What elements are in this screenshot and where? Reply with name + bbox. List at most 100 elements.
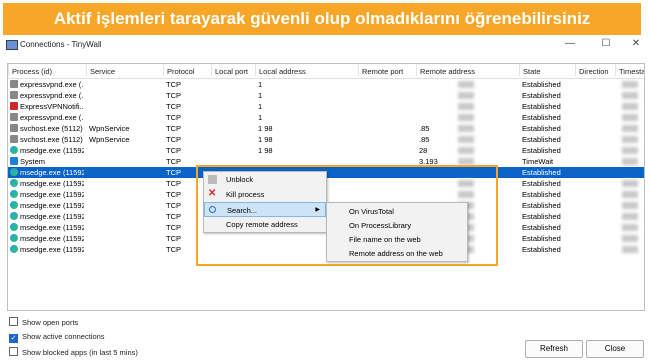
minimize-button[interactable]: — bbox=[560, 38, 580, 49]
redacted-value bbox=[622, 246, 638, 253]
edge-icon bbox=[10, 245, 18, 253]
redacted-value bbox=[622, 147, 638, 154]
table-row[interactable]: ExpressVPNNotifi... TCP 1 Established bbox=[8, 101, 644, 112]
column-header[interactable]: Service bbox=[86, 64, 115, 76]
submenu-arrow-icon: ▶ bbox=[315, 207, 320, 213]
cell-process: System bbox=[20, 157, 46, 166]
column-header[interactable]: State bbox=[519, 64, 541, 76]
show-active-connections-option[interactable]: ✓ Show active connections bbox=[9, 332, 105, 343]
cell-local-address: 1 98 bbox=[258, 146, 273, 155]
redacted-value bbox=[622, 92, 638, 99]
option-label: Show open ports bbox=[22, 318, 79, 327]
redacted-value bbox=[458, 103, 474, 110]
cell-process: ExpressVPNNotifi... bbox=[20, 102, 84, 111]
submenu-item-remote-address[interactable]: Remote address on the web bbox=[327, 246, 467, 261]
cell-process: msedge.exe (11592) bbox=[20, 245, 84, 254]
redacted-value bbox=[458, 81, 474, 88]
context-menu: Unblock ✕ Kill process Search... ▶ Copy … bbox=[203, 171, 327, 233]
open-ports-checkbox[interactable] bbox=[9, 317, 18, 326]
close-button[interactable]: Close bbox=[586, 340, 644, 358]
menu-item-label: Copy remote address bbox=[226, 220, 298, 229]
redacted-value bbox=[622, 202, 638, 209]
cell-process: expressvpnd.exe (... bbox=[20, 80, 84, 89]
show-open-ports-option[interactable]: Show open ports bbox=[9, 317, 78, 327]
edge-icon bbox=[10, 234, 18, 242]
submenu-item-processlibrary[interactable]: On ProcessLibrary bbox=[327, 218, 467, 233]
cell-protocol: TCP bbox=[166, 102, 181, 111]
app-icon bbox=[6, 40, 18, 50]
cell-state: Established bbox=[522, 80, 561, 89]
table-row[interactable]: svchost.exe (5112) WpnService TCP 1 98.85 Es… bbox=[8, 134, 644, 145]
cell-protocol: TCP bbox=[166, 146, 181, 155]
redacted-value bbox=[458, 147, 474, 154]
show-blocked-apps-option[interactable]: Show blocked apps (in last 5 mins) bbox=[9, 347, 138, 357]
cell-protocol: TCP bbox=[166, 135, 181, 144]
menu-item-copy-remote-address[interactable]: Copy remote address bbox=[204, 217, 326, 232]
redacted-value bbox=[622, 125, 638, 132]
edge-icon bbox=[10, 168, 18, 176]
cell-service: WpnService bbox=[89, 124, 130, 133]
cell-service: WpnService bbox=[89, 135, 130, 144]
column-header[interactable]: Timestam bbox=[615, 64, 644, 76]
column-header[interactable]: Local port bbox=[211, 64, 248, 76]
menu-item-kill-process[interactable]: ✕ Kill process bbox=[204, 187, 326, 202]
refresh-button[interactable]: Refresh bbox=[525, 340, 583, 358]
table-row[interactable]: expressvpnd.exe (... TCP 1 Established bbox=[8, 90, 644, 101]
cell-process: expressvpnd.exe (... bbox=[20, 113, 84, 122]
redacted-value bbox=[622, 158, 638, 165]
table-row[interactable]: expressvpnd.exe (... TCP 1 Established bbox=[8, 79, 644, 90]
redacted-value bbox=[458, 158, 474, 165]
column-header[interactable]: Process (id) bbox=[8, 64, 52, 76]
window-title: Connections - TinyWall bbox=[20, 40, 102, 49]
column-header[interactable]: Protocol bbox=[163, 64, 195, 76]
cell-state: Established bbox=[522, 212, 561, 221]
active-connections-checkbox[interactable]: ✓ bbox=[9, 334, 18, 343]
redacted-value bbox=[458, 136, 474, 143]
column-header[interactable]: Direction bbox=[575, 64, 609, 76]
unblock-icon bbox=[208, 175, 217, 184]
cell-state: TimeWait bbox=[522, 157, 554, 166]
menu-item-unblock[interactable]: Unblock bbox=[204, 172, 326, 187]
submenu-item-virustotal[interactable]: On VirusTotal bbox=[327, 204, 467, 219]
blocked-apps-checkbox[interactable] bbox=[9, 347, 18, 356]
redacted-value bbox=[622, 224, 638, 231]
cell-state: Established bbox=[522, 91, 561, 100]
table-row[interactable]: expressvpnd.exe (... TCP 1 Established bbox=[8, 112, 644, 123]
cell-process: msedge.exe (11592) bbox=[20, 146, 84, 155]
table-row[interactable]: msedge.exe (11592) TCP 1 98 28 Established bbox=[8, 145, 644, 156]
redacted-value bbox=[622, 81, 638, 88]
edge-icon bbox=[10, 146, 18, 154]
option-label: Show blocked apps (in last 5 mins) bbox=[22, 348, 138, 357]
cell-state: Established bbox=[522, 234, 561, 243]
edge-icon bbox=[10, 190, 18, 198]
menu-item-search[interactable]: Search... ▶ bbox=[204, 202, 326, 217]
table-header: Process (id) Service Protocol Local port… bbox=[8, 64, 644, 79]
edge-icon bbox=[10, 223, 18, 231]
submenu-item-filename[interactable]: File name on the web bbox=[327, 232, 467, 247]
cell-state: Established bbox=[522, 245, 561, 254]
edge-icon bbox=[10, 201, 18, 209]
redacted-value bbox=[622, 213, 638, 220]
cell-state: Established bbox=[522, 102, 561, 111]
maximize-button[interactable]: ☐ bbox=[596, 38, 616, 49]
expressvpn-icon bbox=[10, 135, 18, 143]
redacted-value bbox=[622, 136, 638, 143]
menu-item-label: Unblock bbox=[226, 175, 254, 184]
menu-item-label: Kill process bbox=[226, 190, 265, 199]
column-header[interactable]: Remote port bbox=[358, 64, 403, 76]
cell-state: Established bbox=[522, 146, 561, 155]
cell-process: svchost.exe (5112) bbox=[20, 124, 83, 133]
column-header[interactable]: Local address bbox=[255, 64, 306, 76]
column-header[interactable]: Remote address bbox=[416, 64, 475, 76]
cell-state: Established bbox=[522, 179, 561, 188]
submenu-item-label: File name on the web bbox=[349, 235, 421, 244]
submenu-item-label: On ProcessLibrary bbox=[349, 221, 412, 230]
search-icon bbox=[209, 206, 216, 213]
cell-process: msedge.exe (11592) bbox=[20, 234, 84, 243]
cell-process: msedge.exe (11592) bbox=[20, 179, 84, 188]
close-window-button[interactable]: ✕ bbox=[626, 38, 646, 49]
table-row[interactable]: svchost.exe (5112) WpnService TCP 1 98.85 Es… bbox=[8, 123, 644, 134]
expressvpn-icon bbox=[10, 113, 18, 121]
cell-protocol: TCP bbox=[166, 91, 181, 100]
cell-local-address: 1 98 bbox=[258, 135, 273, 144]
